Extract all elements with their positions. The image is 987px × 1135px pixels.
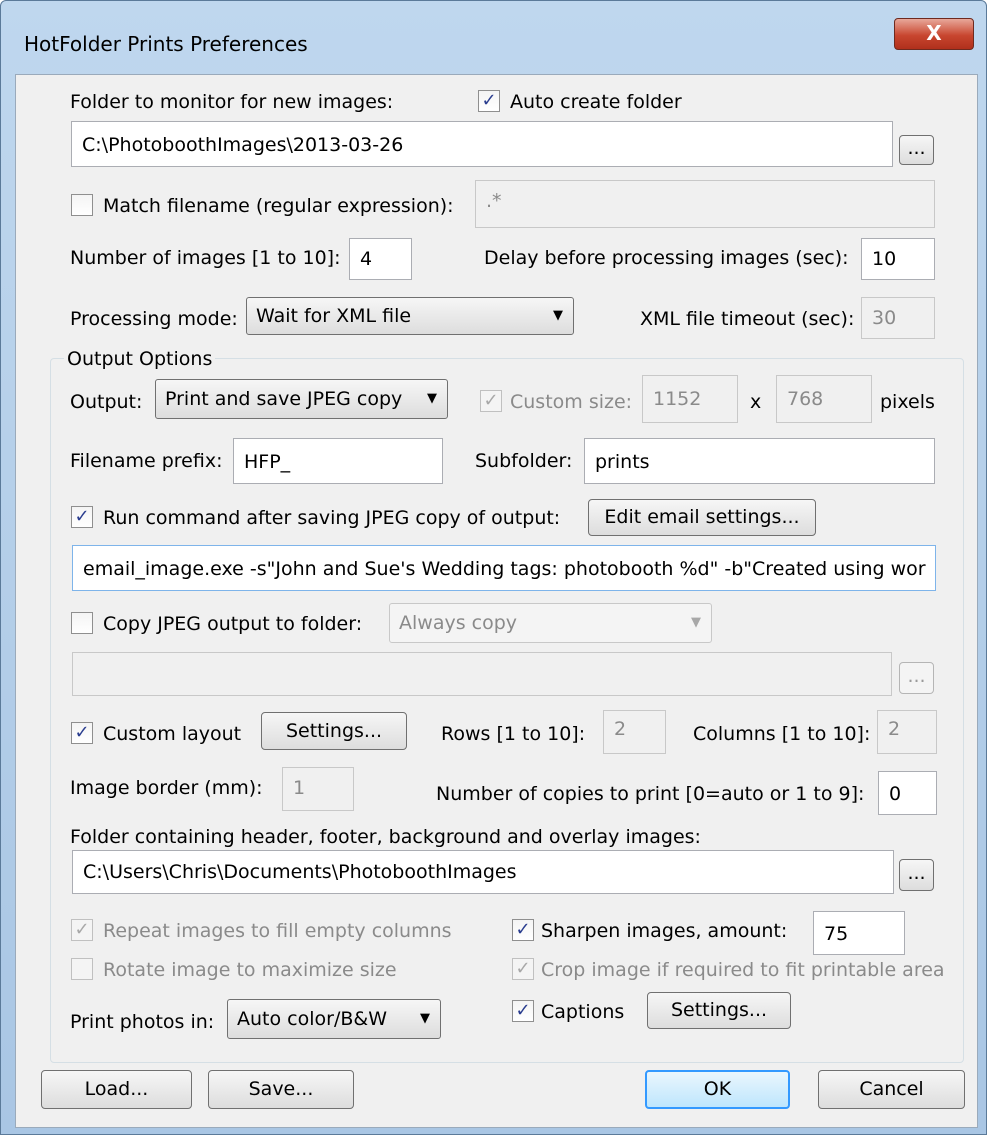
monitor-folder-label: Folder to monitor for new images: bbox=[70, 91, 394, 113]
rows-label: Rows [1 to 10]: bbox=[441, 723, 586, 745]
image-count-input[interactable]: 4 bbox=[349, 238, 412, 280]
match-filename-input[interactable]: .* bbox=[475, 180, 935, 228]
chevron-down-icon: ▼ bbox=[427, 391, 437, 406]
rotate-image-checkbox[interactable] bbox=[71, 958, 93, 980]
size-separator: x bbox=[750, 391, 762, 413]
output-options-label: Output Options bbox=[64, 347, 216, 371]
custom-layout-label[interactable]: Custom layout bbox=[103, 722, 241, 746]
chevron-down-icon: ▼ bbox=[420, 1011, 430, 1026]
xml-timeout-input[interactable]: 30 bbox=[861, 297, 935, 339]
copy-jpeg-label[interactable]: Copy JPEG output to folder: bbox=[103, 612, 362, 636]
sharpen-amount-input[interactable]: 75 bbox=[813, 911, 905, 955]
overlay-browse-button[interactable]: ... bbox=[899, 859, 934, 891]
layout-settings-button[interactable]: Settings... bbox=[261, 712, 407, 750]
run-command-checkbox[interactable]: ✓ bbox=[71, 506, 93, 528]
run-command-label[interactable]: Run command after saving JPEG copy of ou… bbox=[103, 506, 560, 530]
xml-timeout-label: XML file timeout (sec): bbox=[640, 308, 855, 330]
crop-image-checkbox[interactable]: ✓ bbox=[512, 958, 534, 980]
cancel-button[interactable]: Cancel bbox=[818, 1070, 965, 1109]
filename-prefix-input[interactable]: HFP_ bbox=[233, 438, 443, 484]
subfolder-input[interactable]: prints bbox=[584, 438, 935, 484]
save-button[interactable]: Save... bbox=[208, 1070, 354, 1109]
command-input[interactable]: email_image.exe -s"John and Sue's Weddin… bbox=[72, 545, 936, 591]
copy-mode-select[interactable]: Always copy ▼ bbox=[389, 603, 712, 643]
processing-mode-label: Processing mode: bbox=[70, 308, 238, 330]
copy-folder-input[interactable] bbox=[72, 652, 892, 696]
print-photos-in-label: Print photos in: bbox=[70, 1011, 215, 1033]
rows-input[interactable]: 2 bbox=[603, 710, 666, 754]
print-photos-in-value: Auto color/B&W bbox=[237, 1008, 387, 1030]
delay-label: Delay before processing images (sec): bbox=[484, 247, 849, 269]
sharpen-checkbox[interactable]: ✓ bbox=[512, 919, 534, 941]
processing-mode-value: Wait for XML file bbox=[256, 305, 412, 327]
delay-input[interactable]: 10 bbox=[861, 238, 935, 280]
dialog-client: Folder to monitor for new images: ✓ Auto… bbox=[15, 74, 978, 1128]
subfolder-label: Subfolder: bbox=[475, 450, 573, 472]
load-button[interactable]: Load... bbox=[41, 1070, 192, 1109]
crop-image-label[interactable]: Crop image if required to fit printable … bbox=[541, 958, 945, 982]
match-filename-checkbox[interactable] bbox=[71, 194, 93, 216]
image-border-label: Image border (mm): bbox=[70, 777, 263, 799]
print-photos-in-select[interactable]: Auto color/B&W ▼ bbox=[227, 999, 441, 1039]
output-label: Output: bbox=[70, 391, 143, 413]
match-filename-label[interactable]: Match filename (regular expression): bbox=[103, 194, 454, 218]
monitor-folder-input[interactable]: C:\PhotoboothImages\2013-03-26 bbox=[71, 121, 893, 167]
auto-create-checkbox[interactable]: ✓ bbox=[478, 90, 500, 112]
close-button[interactable]: X bbox=[894, 18, 974, 50]
auto-create-label[interactable]: Auto create folder bbox=[510, 90, 682, 114]
copy-jpeg-checkbox[interactable] bbox=[71, 612, 93, 634]
monitor-browse-button[interactable]: ... bbox=[899, 135, 934, 165]
rotate-image-label[interactable]: Rotate image to maximize size bbox=[103, 958, 397, 982]
copy-browse-button[interactable]: ... bbox=[899, 662, 934, 694]
copies-input[interactable]: 0 bbox=[878, 771, 937, 815]
window-title: HotFolder Prints Preferences bbox=[24, 32, 308, 56]
dialog-window: HotFolder Prints Preferences X Folder to… bbox=[0, 0, 987, 1135]
image-count-label: Number of images [1 to 10]: bbox=[70, 247, 341, 269]
custom-size-checkbox[interactable]: ✓ bbox=[480, 390, 502, 412]
repeat-images-label[interactable]: Repeat images to fill empty columns bbox=[103, 919, 452, 943]
edit-email-settings-button[interactable]: Edit email settings... bbox=[588, 499, 816, 536]
title-bar: HotFolder Prints Preferences X bbox=[1, 1, 986, 83]
chevron-down-icon: ▼ bbox=[691, 615, 701, 630]
custom-size-label[interactable]: Custom size: bbox=[510, 390, 632, 414]
columns-label: Columns [1 to 10]: bbox=[693, 723, 871, 745]
repeat-images-checkbox[interactable]: ✓ bbox=[71, 919, 93, 941]
processing-mode-select[interactable]: Wait for XML file ▼ bbox=[246, 297, 574, 335]
captions-checkbox[interactable]: ✓ bbox=[512, 1000, 534, 1022]
captions-settings-button[interactable]: Settings... bbox=[647, 992, 791, 1029]
columns-input[interactable]: 2 bbox=[877, 710, 937, 754]
captions-label[interactable]: Captions bbox=[541, 1000, 624, 1024]
custom-height-input[interactable]: 768 bbox=[776, 375, 872, 423]
output-value: Print and save JPEG copy bbox=[165, 388, 403, 410]
chevron-down-icon: ▼ bbox=[553, 308, 563, 323]
copies-label: Number of copies to print [0=auto or 1 t… bbox=[436, 783, 865, 805]
ok-button[interactable]: OK bbox=[645, 1070, 790, 1109]
filename-prefix-label: Filename prefix: bbox=[70, 450, 223, 472]
image-border-input[interactable]: 1 bbox=[282, 767, 354, 811]
custom-width-input[interactable]: 1152 bbox=[642, 375, 738, 423]
close-icon[interactable]: X bbox=[926, 21, 941, 45]
custom-layout-checkbox[interactable]: ✓ bbox=[71, 722, 93, 744]
output-select[interactable]: Print and save JPEG copy ▼ bbox=[155, 379, 448, 419]
overlay-folder-input[interactable]: C:\Users\Chris\Documents\PhotoboothImage… bbox=[72, 850, 894, 894]
overlay-folder-label: Folder containing header, footer, backgr… bbox=[70, 826, 701, 848]
copy-mode-value: Always copy bbox=[399, 612, 518, 634]
pixels-label: pixels bbox=[880, 391, 935, 413]
sharpen-label[interactable]: Sharpen images, amount: bbox=[541, 919, 787, 943]
